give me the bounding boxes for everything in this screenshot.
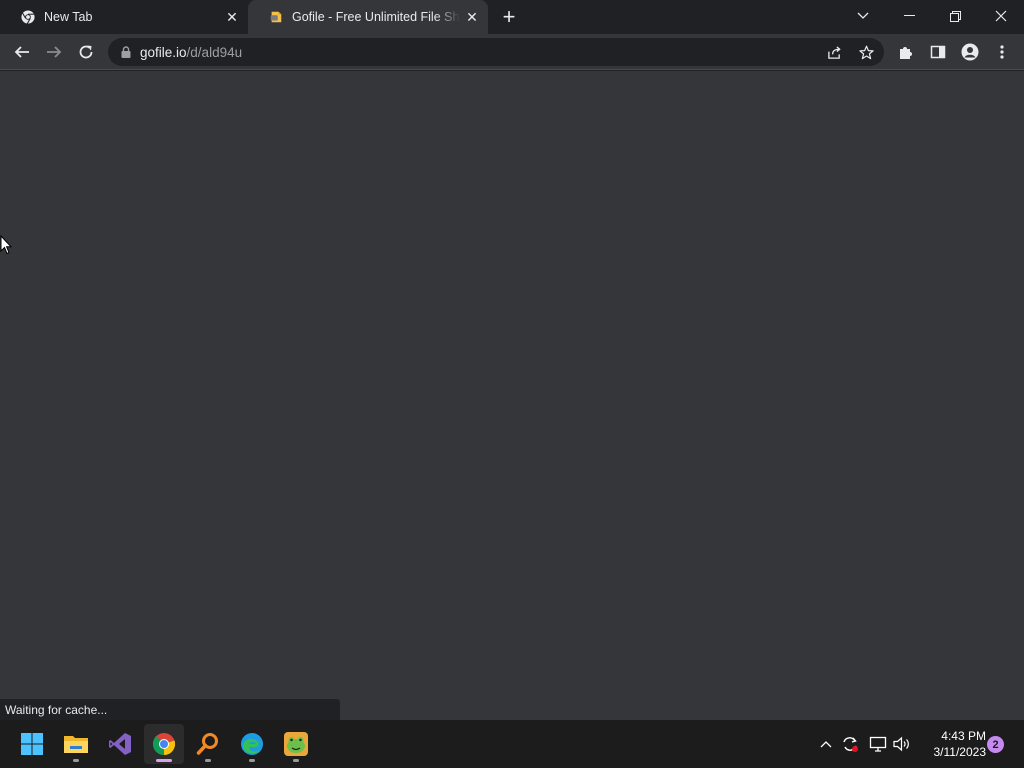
close-tab-icon[interactable]: ✕ [220, 5, 244, 29]
puzzle-icon [900, 47, 912, 59]
tab-strip: New Tab ✕ Gofile - Free Unlimited File S… [0, 0, 1024, 34]
taskbar-chrome[interactable] [144, 724, 184, 764]
sync-status-button[interactable] [838, 732, 862, 756]
taskbar-game-app[interactable] [276, 724, 316, 764]
taskbar-clock[interactable]: 4:43 PM 3/11/2023 [918, 728, 987, 760]
url-text: gofile.io/d/ald94u [140, 45, 242, 60]
taskbar-edge[interactable] [232, 724, 272, 764]
side-panel-button[interactable] [924, 38, 952, 66]
forward-button[interactable] [40, 38, 68, 66]
back-arrow-icon [14, 46, 29, 58]
volume-button[interactable] [890, 732, 914, 756]
browser-toolbar: gofile.io/d/ald94u [0, 34, 1024, 70]
restore-icon [949, 10, 961, 22]
show-hidden-icons-button[interactable] [814, 732, 838, 756]
gofile-favicon [268, 9, 284, 25]
url-host: gofile.io [140, 44, 187, 60]
clock-time: 4:43 PM [941, 729, 986, 743]
file-explorer-icon [64, 736, 88, 753]
running-indicator [293, 759, 299, 762]
side-panel-icon [930, 45, 946, 59]
profile-icon [961, 43, 979, 61]
share-icon[interactable] [820, 38, 848, 66]
chevron-up-icon [820, 741, 832, 748]
chrome-icon [152, 733, 176, 756]
address-bar[interactable]: gofile.io/d/ald94u [108, 38, 884, 66]
edge-icon [241, 733, 263, 755]
mouse-cursor-icon [0, 234, 13, 260]
extensions-button[interactable] [892, 38, 920, 66]
windows-start-icon [21, 733, 43, 755]
page-content[interactable] [0, 71, 1024, 720]
sync-icon [843, 737, 858, 752]
back-button[interactable] [8, 38, 36, 66]
notification-badge[interactable]: 2 [987, 736, 1004, 753]
network-icon [869, 736, 887, 752]
chrome-icon [20, 9, 36, 25]
reload-button[interactable] [72, 38, 100, 66]
close-icon [995, 10, 1007, 22]
chevron-down-icon [857, 12, 869, 19]
tab-new-tab[interactable]: New Tab ✕ [0, 0, 248, 34]
tab-search-button[interactable] [840, 0, 886, 32]
tab-gofile[interactable]: Gofile - Free Unlimited File Sharing ✕ [248, 0, 488, 34]
running-indicator [156, 759, 172, 762]
bookmark-star-icon[interactable] [852, 38, 880, 66]
minimize-button[interactable] [886, 0, 932, 32]
magnifier-icon [196, 733, 218, 755]
taskbar-visual-studio[interactable] [100, 724, 140, 764]
visual-studio-icon [109, 733, 131, 755]
close-tab-icon[interactable]: ✕ [460, 5, 484, 29]
lock-icon [112, 46, 140, 58]
taskbar-file-explorer[interactable] [56, 724, 96, 764]
menu-button[interactable] [988, 38, 1016, 66]
running-indicator [205, 759, 211, 762]
taskbar-search-tool[interactable] [188, 724, 228, 764]
new-tab-button[interactable]: + [496, 5, 522, 29]
kebab-menu-icon [1000, 45, 1004, 59]
close-window-button[interactable] [978, 0, 1024, 32]
running-indicator [249, 759, 255, 762]
forward-arrow-icon [47, 46, 62, 58]
taskbar: 4:43 PM 3/11/2023 [0, 720, 1024, 768]
running-indicator [73, 759, 79, 762]
url-path: /d/ald94u [186, 44, 243, 60]
speaker-icon [893, 736, 909, 752]
clock-date: 3/11/2023 [933, 745, 987, 759]
tab-title: New Tab [44, 10, 93, 24]
frog-game-icon [284, 732, 308, 756]
reload-icon [79, 45, 93, 59]
tab-title: Gofile - Free Unlimited File Sharing [292, 10, 460, 24]
status-bubble: Waiting for cache... [0, 699, 340, 720]
profile-button[interactable] [956, 38, 984, 66]
start-button[interactable] [12, 724, 52, 764]
network-button[interactable] [866, 732, 890, 756]
restore-button[interactable] [932, 0, 978, 32]
minimize-icon [903, 15, 915, 16]
